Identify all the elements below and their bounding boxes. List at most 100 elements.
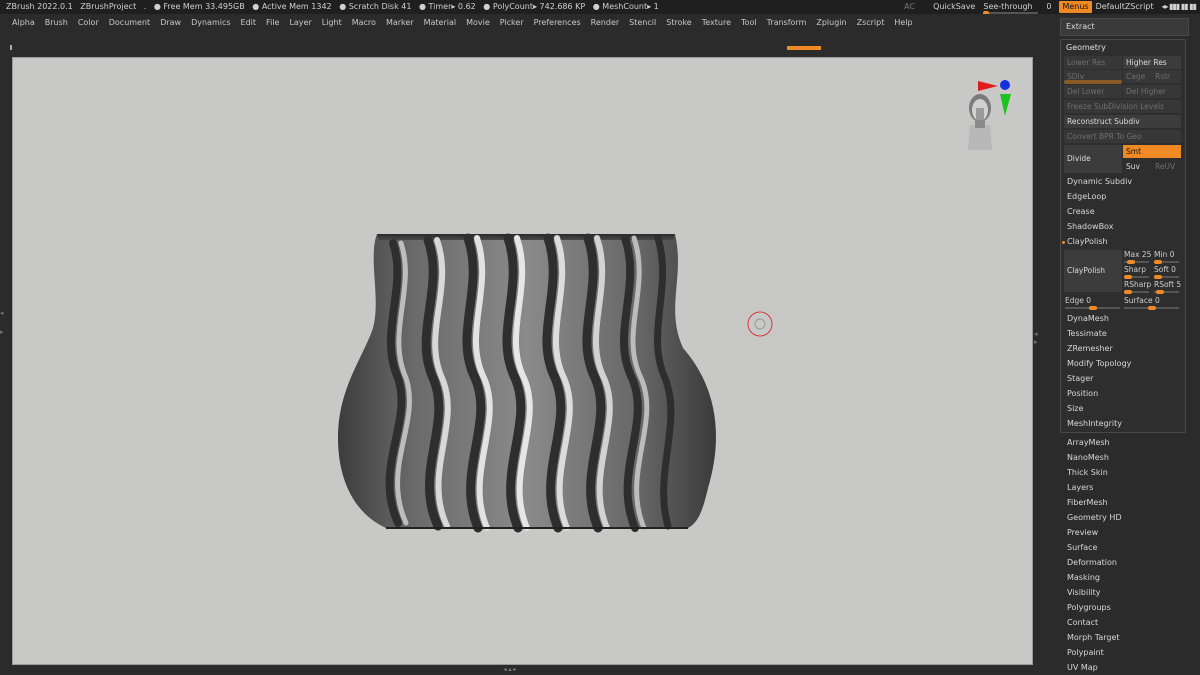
subpalette-thick-skin[interactable]: Thick Skin — [1067, 466, 1108, 480]
timer: ● Timer▸ 0.62 — [418, 2, 476, 11]
subpalette-surface[interactable]: Surface — [1067, 541, 1097, 555]
menu-file[interactable]: File — [266, 14, 279, 32]
geometry-subpalette: Geometry Lower Res Higher Res SDiv Cage … — [1060, 39, 1186, 433]
ac-button[interactable]: AC — [904, 0, 915, 14]
menu-zplugin[interactable]: Zplugin — [816, 14, 846, 32]
menu-stroke[interactable]: Stroke — [666, 14, 692, 32]
smt-toggle[interactable]: Smt — [1123, 145, 1181, 158]
menu-alpha[interactable]: Alpha — [12, 14, 35, 32]
surface-slider[interactable]: Surface 0 — [1124, 296, 1160, 305]
document-canvas[interactable] — [12, 57, 1033, 665]
del-lower-button[interactable]: Del Lower — [1064, 85, 1122, 98]
menu-brush[interactable]: Brush — [45, 14, 68, 32]
subpalette-deformation[interactable]: Deformation — [1067, 556, 1117, 570]
min-slider[interactable]: Min 0 — [1154, 250, 1174, 259]
see-through-slider[interactable]: See-through — [983, 0, 1039, 14]
menus-button[interactable]: Menus — [1059, 1, 1092, 13]
title-bar: ZBrush 2022.0.1 ZBrushProject . ● Free M… — [0, 0, 1200, 14]
active-tray-indicator[interactable] — [787, 46, 821, 50]
menu-dynamics[interactable]: Dynamics — [191, 14, 230, 32]
right-tray-handle[interactable]: ◂ ▸ — [1034, 330, 1042, 360]
size-item[interactable]: Size — [1064, 402, 1185, 416]
menu-render[interactable]: Render — [591, 14, 619, 32]
title-dot: . — [143, 2, 147, 11]
free-mem: ● Free Mem 33.495GB — [153, 2, 245, 11]
vase-mesh[interactable] — [13, 58, 1032, 664]
menu-tool[interactable]: Tool — [741, 14, 757, 32]
menu-draw[interactable]: Draw — [160, 14, 181, 32]
subpalette-preview[interactable]: Preview — [1067, 526, 1098, 540]
subpalette-morph-target[interactable]: Morph Target — [1067, 631, 1120, 645]
subpalette-polypaint[interactable]: Polypaint — [1067, 646, 1104, 660]
shadowbox-item[interactable]: ShadowBox — [1064, 220, 1185, 234]
rstr-button[interactable]: Rstr — [1152, 70, 1181, 83]
suv-toggle[interactable]: Suv — [1123, 160, 1152, 173]
tool-palette: Extract Geometry Lower Res Higher Res SD… — [1058, 14, 1200, 675]
soft-slider[interactable]: Soft 0 — [1154, 265, 1176, 274]
geometry-header[interactable]: Geometry — [1066, 43, 1106, 52]
left-tray-handle[interactable]: ◂ ▸ — [0, 300, 8, 360]
stager-item[interactable]: Stager — [1064, 372, 1185, 386]
tessimate-item[interactable]: Tessimate — [1064, 327, 1185, 341]
see-through-value: 0 — [1046, 2, 1052, 11]
reuv-button[interactable]: ReUV — [1152, 160, 1181, 173]
polycount: ● PolyCount▸ 742.686 KP — [483, 2, 586, 11]
menu-layer[interactable]: Layer — [289, 14, 311, 32]
app-name: ZBrush 2022.0.1 — [6, 2, 73, 11]
claypolish-header[interactable]: ClayPolish — [1064, 235, 1185, 249]
subpalette-uv-map[interactable]: UV Map — [1067, 661, 1098, 675]
subpalette-polygroups[interactable]: Polygroups — [1067, 601, 1111, 615]
max-slider[interactable]: Max 25 — [1124, 250, 1151, 259]
bottom-tray-handle[interactable]: ◂ ▴ ▸ — [480, 667, 540, 673]
menu-edit[interactable]: Edit — [241, 14, 257, 32]
edge-slider[interactable]: Edge 0 — [1065, 296, 1091, 305]
subpalette-masking[interactable]: Masking — [1067, 571, 1100, 585]
rsharp-slider[interactable]: RSharp — [1124, 280, 1151, 289]
subpalette-visibility[interactable]: Visibility — [1067, 586, 1101, 600]
higher-res-button[interactable]: Higher Res — [1123, 56, 1181, 69]
extract-button[interactable]: Extract — [1060, 18, 1189, 36]
menu-help[interactable]: Help — [894, 14, 912, 32]
zremesher-item[interactable]: ZRemesher — [1064, 342, 1185, 356]
del-higher-button[interactable]: Del Higher — [1123, 85, 1181, 98]
orientation-head-icon[interactable] — [958, 90, 1008, 160]
rsoft-slider[interactable]: RSoft 5 — [1154, 280, 1181, 289]
convert-bpr-button[interactable]: Convert BPR To Geo — [1064, 130, 1181, 143]
subpalette-nanomesh[interactable]: NanoMesh — [1067, 451, 1109, 465]
default-zscript-button[interactable]: DefaultZScript — [1096, 0, 1154, 14]
subpalette-fibermesh[interactable]: FiberMesh — [1067, 496, 1108, 510]
cage-button[interactable]: Cage — [1123, 70, 1152, 83]
reconstruct-subdiv-button[interactable]: Reconstruct Subdiv — [1064, 115, 1181, 128]
divide-button[interactable]: Divide — [1064, 145, 1122, 173]
menu-stencil[interactable]: Stencil — [629, 14, 656, 32]
menu-material[interactable]: Material — [424, 14, 457, 32]
menu-marker[interactable]: Marker — [386, 14, 414, 32]
menu-picker[interactable]: Picker — [500, 14, 524, 32]
subpalette-layers[interactable]: Layers — [1067, 481, 1093, 495]
crease-item[interactable]: Crease — [1064, 205, 1185, 219]
menu-texture[interactable]: Texture — [702, 14, 731, 32]
quicksave-button[interactable]: QuickSave — [933, 0, 975, 14]
subpalette-geometry-hd[interactable]: Geometry HD — [1067, 511, 1122, 525]
menu-preferences[interactable]: Preferences — [534, 14, 581, 32]
menu-document[interactable]: Document — [109, 14, 150, 32]
position-item[interactable]: Position — [1064, 387, 1185, 401]
menu-zscript[interactable]: Zscript — [857, 14, 885, 32]
window-controls-icon[interactable]: ◂▸ ▮▮▮ ▮▮ ▮▮ — [1162, 0, 1197, 14]
menu-transform[interactable]: Transform — [767, 14, 807, 32]
edgeloop-item[interactable]: EdgeLoop — [1064, 190, 1185, 204]
meshintegrity-item[interactable]: MeshIntegrity — [1064, 417, 1185, 431]
menu-color[interactable]: Color — [78, 14, 99, 32]
subpalette-contact[interactable]: Contact — [1067, 616, 1098, 630]
menu-light[interactable]: Light — [322, 14, 342, 32]
menu-macro[interactable]: Macro — [352, 14, 376, 32]
claypolish-button[interactable]: ClayPolish — [1064, 250, 1122, 292]
dynamesh-item[interactable]: DynaMesh — [1064, 312, 1185, 326]
sharp-slider[interactable]: Sharp — [1124, 265, 1146, 274]
dynamic-subdiv-item[interactable]: Dynamic Subdiv — [1064, 175, 1185, 189]
menu-movie[interactable]: Movie — [466, 14, 490, 32]
freeze-subdiv-button[interactable]: Freeze SubDivision Levels — [1064, 100, 1181, 113]
subpalette-arraymesh[interactable]: ArrayMesh — [1067, 436, 1110, 450]
lower-res-button[interactable]: Lower Res — [1064, 56, 1122, 69]
modify-topology-item[interactable]: Modify Topology — [1064, 357, 1185, 371]
